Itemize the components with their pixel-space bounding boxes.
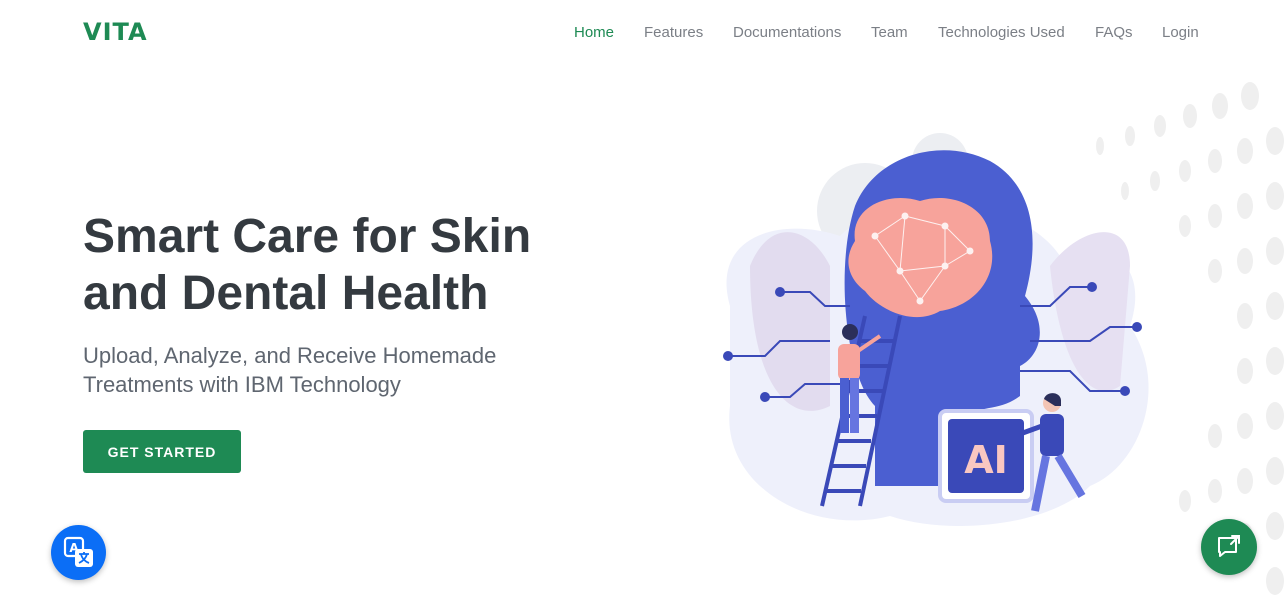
translate-button[interactable]: A xyxy=(51,525,106,580)
hero-title-line-2: and Dental Health xyxy=(83,267,489,320)
nav-features[interactable]: Features xyxy=(644,24,703,41)
hero-subtitle-line-1: Upload, Analyze, and Receive Homemade xyxy=(83,343,497,368)
nav-team[interactable]: Team xyxy=(871,24,908,41)
hero-subtitle-line-2: Treatments with IBM Technology xyxy=(83,372,401,397)
hero-title: Smart Care for Skin and Dental Health xyxy=(83,208,643,322)
nav-technologies-used[interactable]: Technologies Used xyxy=(938,24,1065,41)
hero-title-line-1: Smart Care for Skin xyxy=(83,210,532,263)
hero-illustration: AI xyxy=(723,82,1284,595)
translate-icon: A xyxy=(63,536,93,567)
ai-chip-label: AI xyxy=(964,438,1008,482)
site-logo[interactable]: VITA xyxy=(83,18,148,46)
navbar: VITA Home Features Documentations Team T… xyxy=(0,0,1288,66)
chat-icon xyxy=(1218,535,1240,557)
get-started-button[interactable]: GET STARTED xyxy=(83,430,241,473)
chat-button[interactable] xyxy=(1201,519,1257,575)
hero-subtitle: Upload, Analyze, and Receive Homemade Tr… xyxy=(83,341,603,399)
nav-documentations[interactable]: Documentations xyxy=(733,24,841,41)
nav-home[interactable]: Home xyxy=(574,24,614,41)
ai-chip: AI xyxy=(938,409,1034,503)
nav-faqs[interactable]: FAQs xyxy=(1095,24,1133,41)
nav-login[interactable]: Login xyxy=(1162,24,1199,41)
